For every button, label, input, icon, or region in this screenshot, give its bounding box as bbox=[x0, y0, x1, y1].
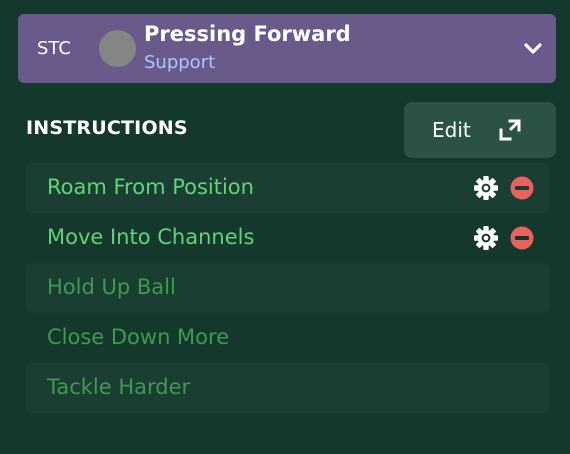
remove-icon[interactable] bbox=[510, 176, 534, 200]
instruction-row[interactable]: Tackle Harder bbox=[26, 363, 549, 413]
expand-icon bbox=[499, 119, 521, 141]
row-actions bbox=[473, 175, 537, 201]
position-code: STC bbox=[37, 38, 71, 59]
instruction-row[interactable]: Hold Up Ball bbox=[26, 263, 549, 313]
instructions-title: INSTRUCTIONS bbox=[26, 117, 188, 139]
edit-label: Edit bbox=[432, 118, 471, 142]
instruction-label: Roam From Position bbox=[47, 175, 254, 199]
player-avatar bbox=[99, 30, 136, 67]
instruction-row[interactable]: Close Down More bbox=[26, 313, 549, 363]
edit-button[interactable]: Edit bbox=[404, 102, 556, 158]
instruction-label: Move Into Channels bbox=[47, 225, 255, 249]
role-header[interactable]: STC Pressing Forward Support bbox=[18, 14, 556, 83]
gear-icon[interactable] bbox=[473, 225, 499, 251]
instruction-row[interactable]: Roam From Position bbox=[26, 163, 549, 213]
remove-icon[interactable] bbox=[510, 226, 534, 250]
instruction-row[interactable]: Move Into Channels bbox=[26, 213, 549, 263]
instruction-list: Roam From Position Move Into Channels Ho… bbox=[26, 163, 549, 413]
role-name: Pressing Forward bbox=[144, 22, 351, 46]
instruction-label: Tackle Harder bbox=[47, 375, 191, 399]
role-duty: Support bbox=[144, 52, 216, 73]
row-actions bbox=[473, 225, 537, 251]
instruction-label: Close Down More bbox=[47, 325, 230, 349]
chevron-down-icon[interactable] bbox=[522, 38, 544, 60]
gear-icon[interactable] bbox=[473, 175, 499, 201]
instruction-label: Hold Up Ball bbox=[47, 275, 176, 299]
